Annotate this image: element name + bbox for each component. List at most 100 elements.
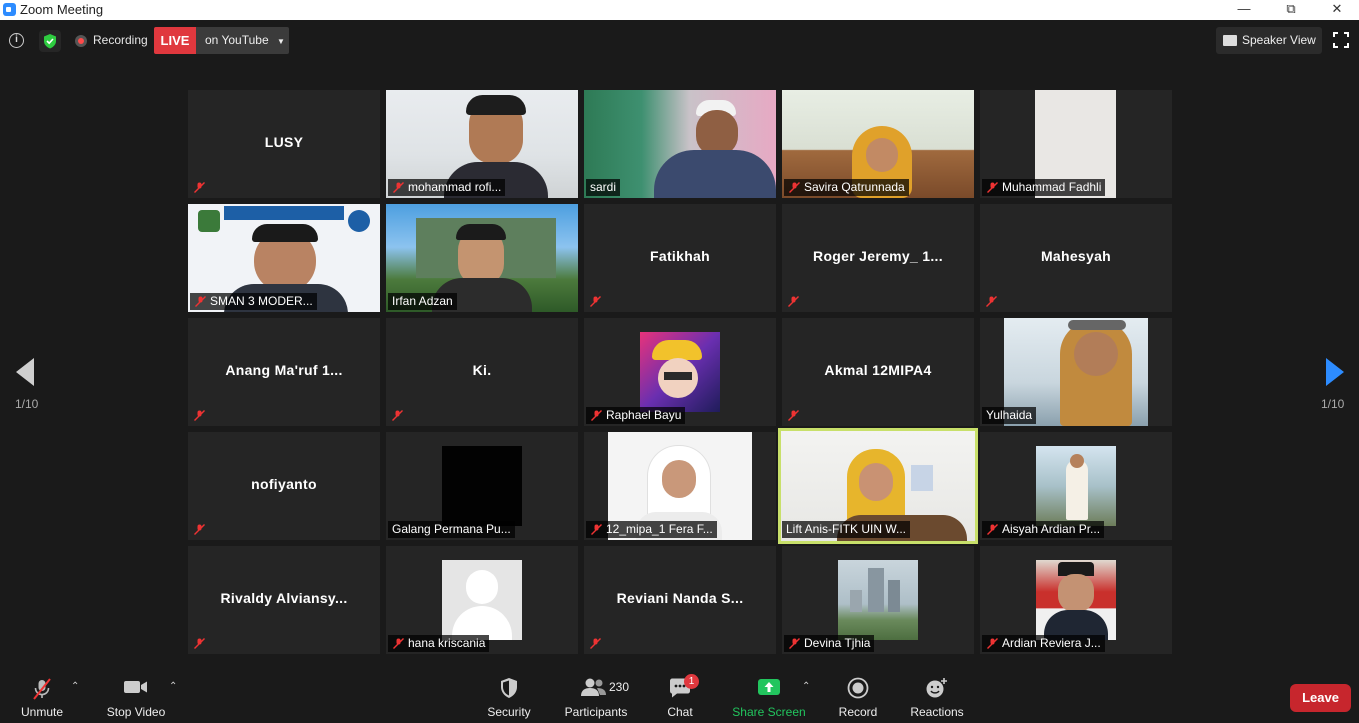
video-options-chevron-icon[interactable]: ⌃ — [169, 682, 177, 692]
participant-label: Lift Anis-FITK UIN W... — [786, 522, 907, 536]
participant-video — [838, 560, 918, 640]
muted-mic-icon — [194, 638, 205, 649]
participant-tile[interactable]: Fatikhah — [584, 204, 776, 312]
record-label: Record — [838, 705, 878, 719]
participant-name: Anang Ma'ruf 1... — [225, 362, 343, 378]
participant-tile[interactable]: Akmal 12MIPA4 — [782, 318, 974, 426]
participant-name: Mahesyah — [1040, 248, 1112, 264]
window-title: Zoom Meeting — [20, 2, 104, 17]
page-indicator-right: 1/10 — [1321, 397, 1345, 411]
participant-tile[interactable]: mohammad rofi... — [386, 90, 578, 198]
participant-name-tag: 12_mipa_1 Fera F... — [586, 521, 717, 538]
participant-label: Ardian Reviera J... — [1002, 636, 1101, 650]
participant-tile[interactable]: LUSY — [188, 90, 380, 198]
encryption-shield-icon[interactable] — [39, 30, 61, 52]
participant-tile[interactable]: Ki. — [386, 318, 578, 426]
participant-tile[interactable]: sardi — [584, 90, 776, 198]
participant-tile[interactable]: 12_mipa_1 Fera F... — [584, 432, 776, 540]
share-screen-icon — [758, 679, 780, 695]
participant-tile[interactable]: hana kriscania — [386, 546, 578, 654]
fullscreen-icon[interactable] — [1333, 32, 1349, 48]
participants-icon — [581, 678, 606, 696]
view-grid-icon — [1223, 35, 1237, 46]
participants-label: Participants — [564, 705, 628, 719]
muted-mic-icon — [788, 410, 799, 421]
participant-name-tag: Lift Anis-FITK UIN W... — [782, 521, 911, 538]
participant-label: Yulhaida — [986, 408, 1033, 422]
reactions-button[interactable]: Reactions — [906, 663, 968, 723]
participant-tile[interactable]: Aisyah Ardian Pr... — [980, 432, 1172, 540]
close-window-button[interactable]: ✕ — [1314, 0, 1359, 20]
participant-tile[interactable]: Devina Tjhia — [782, 546, 974, 654]
chat-button[interactable]: 1 Chat — [658, 663, 702, 723]
share-screen-label: Share Screen — [732, 705, 806, 719]
participant-name: Ki. — [472, 362, 492, 378]
participant-label: 12_mipa_1 Fera F... — [606, 522, 713, 536]
participant-name-tag: Galang Permana Pu... — [388, 521, 515, 538]
participant-tile[interactable]: Raphael Bayu — [584, 318, 776, 426]
muted-mic-icon — [393, 182, 404, 193]
reactions-label: Reactions — [910, 705, 964, 719]
chevron-down-icon: ▼ — [276, 37, 285, 46]
audio-options-chevron-icon[interactable]: ⌃ — [71, 682, 79, 692]
participant-label: Raphael Bayu — [606, 408, 682, 422]
security-shield-icon — [501, 678, 517, 698]
participant-tile[interactable]: nofiyanto — [188, 432, 380, 540]
leave-meeting-button[interactable]: Leave — [1290, 684, 1351, 712]
muted-mic-icon — [789, 638, 800, 649]
participant-tile[interactable]: Reviani Nanda S... — [584, 546, 776, 654]
restore-button[interactable]: ⧉ — [1268, 0, 1314, 20]
speaker-view-button[interactable]: Speaker View — [1216, 27, 1322, 54]
stop-video-button[interactable]: Stop Video — [100, 663, 172, 723]
page-indicator-left: 1/10 — [15, 397, 39, 411]
share-screen-button[interactable]: Share Screen — [728, 663, 810, 723]
unmute-button[interactable]: Unmute — [10, 663, 74, 723]
participant-tile[interactable]: Rivaldy Alviansy... — [188, 546, 380, 654]
participant-name-tag: Muhammad Fadhli — [982, 179, 1106, 196]
participant-tile[interactable]: Muhammad Fadhli — [980, 90, 1172, 198]
participant-name-tag: Yulhaida — [982, 407, 1037, 424]
reactions-emoji-icon — [926, 678, 947, 698]
muted-mic-icon — [789, 182, 800, 193]
security-label: Security — [487, 705, 531, 719]
muted-mic-icon — [788, 296, 799, 307]
participant-tile[interactable]: Yulhaida — [980, 318, 1172, 426]
participants-button[interactable]: 230 Participants — [560, 663, 632, 723]
participant-tile[interactable]: Savira Qatrunnada — [782, 90, 974, 198]
muted-mic-icon — [590, 638, 601, 649]
participant-name-tag: Raphael Bayu — [586, 407, 686, 424]
participant-tile-active-speaker[interactable]: Lift Anis-FITK UIN W... — [778, 428, 978, 544]
video-camera-icon — [124, 681, 147, 693]
participant-name-tag: hana kriscania — [388, 635, 490, 652]
recording-dot-icon — [75, 35, 87, 47]
participant-tile[interactable]: SMAN 3 MODER... — [188, 204, 380, 312]
minimize-button[interactable]: — — [1221, 0, 1267, 20]
muted-mic-icon — [986, 296, 997, 307]
participant-tile[interactable]: Roger Jeremy_ 1... — [782, 204, 974, 312]
speaker-view-label: Speaker View — [1242, 33, 1316, 47]
participant-tile[interactable]: Irfan Adzan — [386, 204, 578, 312]
meeting-info-icon[interactable]: i — [9, 33, 24, 48]
live-badge: LIVE — [154, 27, 196, 54]
participant-name: LUSY — [264, 134, 304, 150]
record-button[interactable]: Record — [834, 663, 882, 723]
window-titlebar: Zoom Meeting — ⧉ ✕ — [0, 0, 1359, 20]
participant-tile[interactable]: Mahesyah — [980, 204, 1172, 312]
next-page-arrow-icon[interactable] — [1326, 358, 1344, 386]
participant-name: Rivaldy Alviansy... — [220, 590, 348, 606]
share-options-chevron-icon[interactable]: ⌃ — [802, 682, 810, 692]
participant-video — [442, 446, 522, 526]
participant-tile[interactable]: Galang Permana Pu... — [386, 432, 578, 540]
security-button[interactable]: Security — [484, 663, 534, 723]
participant-avatar — [640, 332, 720, 412]
zoom-app-icon — [3, 3, 16, 16]
participant-name: nofiyanto — [251, 476, 317, 492]
participant-label: Irfan Adzan — [392, 294, 453, 308]
participant-tile[interactable]: Anang Ma'ruf 1... — [188, 318, 380, 426]
participant-name-tag: Savira Qatrunnada — [784, 179, 909, 196]
recording-label: Recording — [93, 33, 148, 47]
live-destination-dropdown[interactable]: on YouTube ▼ — [196, 27, 289, 54]
previous-page-arrow-icon[interactable] — [16, 358, 34, 386]
participant-label: Devina Tjhia — [804, 636, 871, 650]
participant-tile[interactable]: Ardian Reviera J... — [980, 546, 1172, 654]
